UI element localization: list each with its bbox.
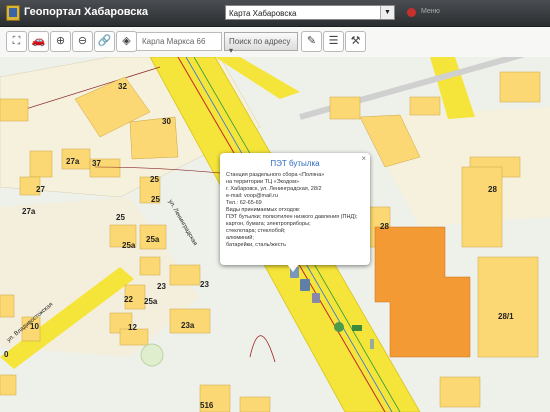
list-icon: ☰: [328, 35, 339, 47]
popup-line: стеклотара; стеклобой;: [226, 228, 286, 234]
house-number: 27a: [22, 207, 36, 216]
menu-icon[interactable]: [407, 8, 416, 17]
wrench-icon: ⚒: [350, 35, 361, 47]
popup-line: Тел.: 62-65-69: [226, 200, 262, 206]
house-number: 23: [157, 282, 166, 291]
layers-button[interactable]: ◈: [116, 31, 137, 52]
popup-line: алюминий;: [226, 235, 254, 241]
house-number: 23a: [181, 321, 195, 330]
car-button[interactable]: 🚗: [28, 31, 49, 52]
search-input[interactable]: [136, 32, 222, 51]
popup-line: ПЭТ бутылки; полиэтилен низкого давления…: [226, 214, 358, 220]
popup-line: Станция раздельного сбора «Поляна»: [226, 172, 325, 178]
house-number: 25a: [146, 235, 160, 244]
house-number: 28: [380, 222, 389, 231]
house-number: 27a: [66, 157, 80, 166]
house-number: 25: [116, 213, 125, 222]
info-popup: × ПЭТ бутылка Станция раздельного сбора …: [220, 153, 370, 265]
car-icon: 🚗: [31, 35, 46, 47]
tool-button[interactable]: ⚒: [345, 31, 366, 52]
draw-button[interactable]: ✎: [301, 31, 322, 52]
map-layer-select[interactable]: Карта Хабаровска ▼: [225, 5, 395, 20]
popup-line: Виды принимаемых отходов:: [226, 207, 301, 213]
search-mode-select[interactable]: Поиск по адресу ▾: [224, 32, 298, 55]
menu-label[interactable]: Меню: [421, 8, 440, 15]
pencil-icon: ✎: [306, 35, 317, 47]
layers-icon: ◈: [122, 35, 131, 47]
popup-line: на территории ТЦ «Экодом»: [226, 179, 300, 185]
chevron-down-icon[interactable]: ▼: [380, 6, 394, 19]
house-number: 25: [150, 175, 159, 184]
link-icon: 🔗: [97, 35, 112, 47]
app-title: Геопортал Хабаровска: [24, 6, 149, 18]
house-number: 516: [200, 401, 214, 410]
house-number: 25: [151, 195, 160, 204]
zoom-in-button[interactable]: ⊕: [50, 31, 71, 52]
search-mode-label: Поиск по адресу: [229, 37, 291, 46]
house-number: 27: [36, 185, 45, 194]
close-icon[interactable]: ×: [361, 154, 366, 163]
fullscreen-button[interactable]: ⛶: [6, 31, 27, 52]
popup-line: картон, бумага; электроприборы;: [226, 221, 311, 227]
zoom-out-button[interactable]: ⊖: [72, 31, 93, 52]
house-number: 37: [92, 159, 101, 168]
house-number: 23: [200, 280, 209, 289]
house-number: 25a: [122, 241, 136, 250]
popup-pointer: [287, 264, 299, 272]
house-number: 12: [128, 323, 137, 332]
top-bar: Геопортал Хабаровска Карта Хабаровска ▼ …: [0, 0, 550, 27]
expand-icon: ⛶: [12, 35, 21, 47]
popup-line: батарейки, сталь/жесть: [226, 242, 286, 248]
popup-line: e-mail: voop@mail.ru: [226, 193, 279, 199]
zoom-out-icon: ⊖: [77, 35, 88, 47]
zoom-in-icon: ⊕: [55, 35, 66, 47]
house-number: 0: [4, 350, 9, 359]
house-number: 30: [162, 117, 171, 126]
house-number: 22: [124, 295, 133, 304]
house-number: 28: [488, 185, 497, 194]
logo-icon: [6, 5, 20, 21]
house-number: 32: [118, 82, 127, 91]
link-button[interactable]: 🔗: [94, 31, 115, 52]
popup-title: ПЭТ бутылка: [270, 159, 320, 168]
popup-line: г. Хабаровск, ул. Ленинградская, 28/2: [226, 186, 322, 192]
house-number: 28/1: [498, 312, 514, 321]
house-number: 25a: [144, 297, 158, 306]
list-button[interactable]: ☰: [323, 31, 344, 52]
map-layer-value: Карта Хабаровска: [229, 9, 297, 18]
